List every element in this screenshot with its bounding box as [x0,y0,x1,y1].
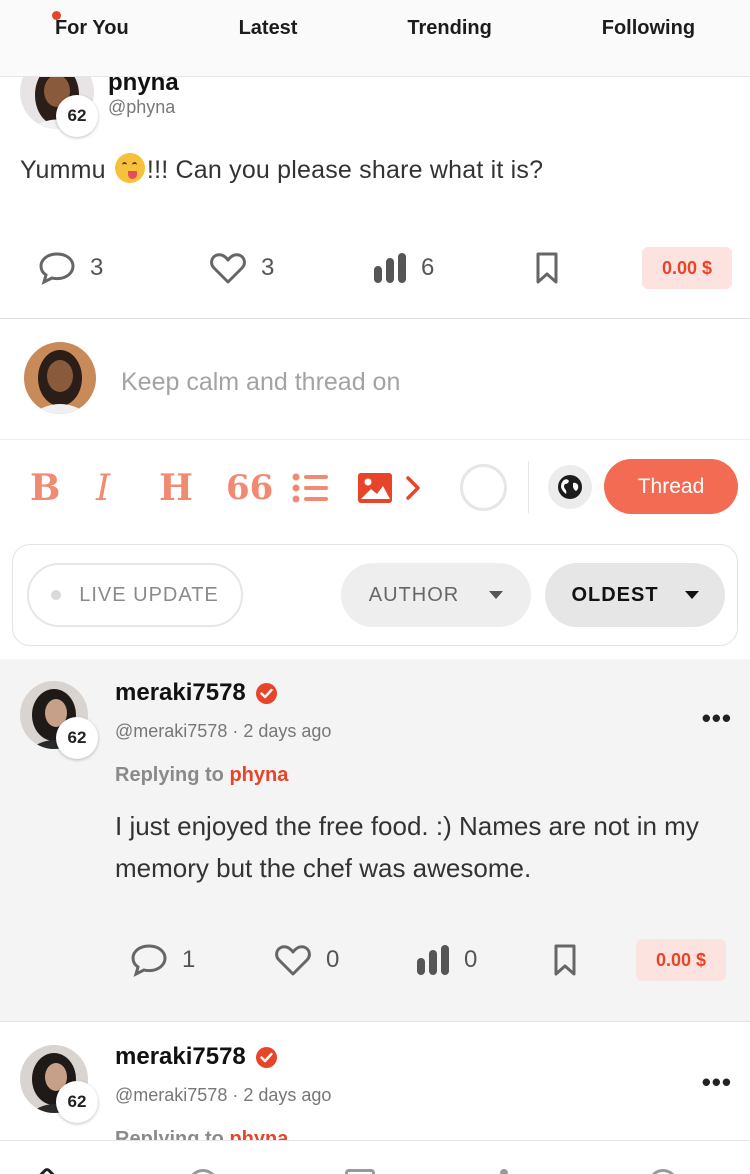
comment-button[interactable]: 3 [38,251,103,285]
tab-following[interactable]: Following [592,17,705,40]
notifications-icon[interactable] [500,1169,508,1174]
audience-button[interactable] [548,465,592,509]
replying-to: Replying to phyna [115,764,289,786]
level-badge: 62 [56,95,98,137]
reply-author-handle[interactable]: @meraki7578 [115,721,227,741]
like-count: 3 [261,254,275,281]
views-button[interactable]: 0 [416,944,477,976]
reply-author-handle[interactable]: @meraki7578 [115,1085,227,1105]
notification-dot [51,10,61,20]
more-options-button[interactable]: ••• [702,1067,732,1098]
more-options-button[interactable]: ••• [702,703,732,734]
bottom-navigation [0,1140,750,1174]
comment-filter-bar: LIVE UPDATE AUTHOR OLDEST [12,544,738,646]
reply-timestamp: 2 days ago [243,721,332,741]
comment-icon [39,252,75,285]
views-button[interactable]: 6 [373,252,434,284]
like-button[interactable]: 3 [209,251,274,285]
quote-button[interactable]: 66 [226,468,273,508]
level-badge: 62 [56,1081,98,1123]
image-icon [358,473,392,503]
comment-button[interactable]: 1 [130,943,195,977]
replying-to-user-link[interactable]: phyna [229,764,288,786]
profile-icon[interactable] [648,1169,678,1174]
explore-icon[interactable] [188,1169,218,1174]
reply-item: 62 meraki7578 @meraki7578 · 2 days ago •… [0,659,750,1022]
expand-toolbar-button[interactable] [404,468,422,508]
character-count-ring [460,464,507,511]
current-user-avatar [24,342,96,414]
comment-count: 1 [182,946,196,973]
reply-text: I just enjoyed the free food. :) Names a… [115,811,699,883]
reply-author-name[interactable]: meraki7578 [115,679,277,707]
bookmark-icon [554,944,576,976]
level-badge: 62 [56,717,98,759]
new-post-icon[interactable] [345,1169,375,1174]
author-filter-dropdown[interactable]: AUTHOR [341,563,531,627]
thread-submit-button[interactable]: Thread [604,459,738,514]
tip-button[interactable]: 0.00 $ [636,939,726,981]
compose-input[interactable]: Keep calm and thread on [121,368,400,397]
verified-icon [255,1046,277,1068]
reply-item: 62 meraki7578 @meraki7578 · 2 days ago •… [0,1023,750,1140]
like-count: 0 [326,946,340,973]
italic-button[interactable]: I [96,468,110,509]
feed-tabs: For You Latest Trending Following [0,0,750,77]
reply-author-avatar[interactable]: 62 [20,1045,98,1123]
like-button[interactable]: 0 [274,943,339,977]
reply-actions: 1 0 0 0.00 $ [130,939,730,981]
toolbar-divider [528,461,529,513]
bookmark-icon [536,252,558,284]
compose-toolbar: B I H 66 Thread [0,441,750,541]
post-actions: 3 3 6 0.00 $ [38,247,738,289]
caret-down-icon [684,591,699,599]
bar-chart-icon [374,253,406,283]
post-author-handle[interactable]: @phyna [108,97,175,118]
comment-icon [131,944,167,977]
reply-author-avatar[interactable]: 62 [20,681,98,759]
heart-icon [275,945,311,976]
compose-area: Keep calm and thread on [0,320,750,440]
post-author-name[interactable]: phyna [108,77,179,97]
chevron-right-icon [406,476,420,500]
post-card: 62 phyna @phyna Yummu !!! Can you please… [0,77,750,319]
verified-icon [255,682,277,704]
replying-to-user-link[interactable]: phyna [229,1128,288,1140]
bookmark-button[interactable] [535,252,559,284]
list-button[interactable] [292,468,330,508]
heart-icon [210,253,246,284]
tip-button[interactable]: 0.00 $ [642,247,732,289]
heading-button[interactable]: H [159,467,193,509]
post-author-avatar[interactable]: 62 [20,77,98,137]
globe-icon [558,475,582,499]
sort-dropdown[interactable]: OLDEST [545,563,725,627]
post-text: Yummu !!! Can you please share what it i… [20,153,543,185]
reply-timestamp: 2 days ago [243,1085,332,1105]
view-count: 0 [464,946,478,973]
tab-trending[interactable]: Trending [397,17,501,40]
savoring-food-emoji [114,153,145,183]
bold-button[interactable]: B [30,467,60,509]
comment-count: 3 [90,254,104,281]
bookmark-button[interactable] [553,944,577,976]
list-icon [292,473,328,503]
bar-chart-icon [417,945,449,975]
reply-meta: @meraki7578 · 2 days ago [115,721,332,741]
reply-meta: @meraki7578 · 2 days ago [115,1085,332,1105]
caret-down-icon [489,591,504,599]
live-indicator-dot [51,590,62,600]
tab-for-you[interactable]: For You [45,10,139,40]
reply-author-name[interactable]: meraki7578 [115,1043,277,1071]
tab-latest[interactable]: Latest [229,17,308,40]
replying-to: Replying to phyna [115,1128,288,1140]
live-update-toggle[interactable]: LIVE UPDATE [27,563,243,627]
home-icon[interactable] [31,1166,63,1174]
image-button[interactable] [357,468,393,508]
view-count: 6 [421,254,435,281]
